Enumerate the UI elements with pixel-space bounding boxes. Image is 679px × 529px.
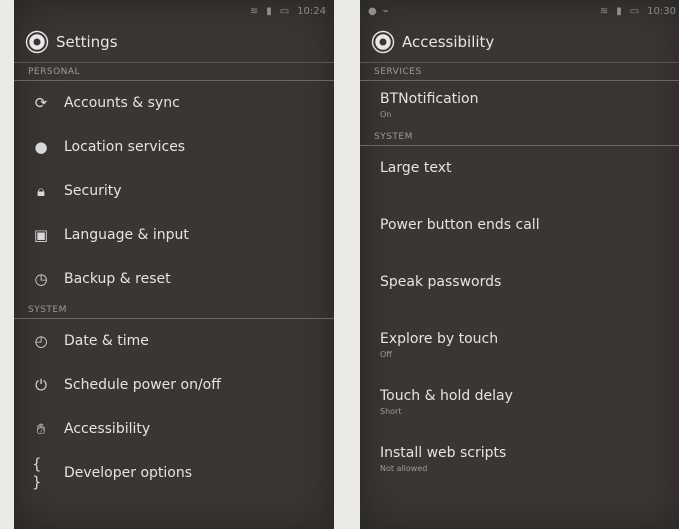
item-label: BTNotification xyxy=(380,91,479,107)
status-time: 10:30 xyxy=(647,5,676,17)
item-status: On xyxy=(380,110,392,119)
settings-screen: ≋ ▮ ▭ 10:24 Settings PERSONAL ⟳ Accounts… xyxy=(14,0,334,529)
battery-icon: ▭ xyxy=(279,5,290,17)
power-icon: ⏻ xyxy=(35,376,47,394)
status-bar: ● ⌁ ≋ ▮ ▭ 10:30 xyxy=(360,0,679,22)
item-label: Touch & hold delay xyxy=(380,388,513,404)
battery-icon: ▭ xyxy=(629,5,640,17)
sync-icon: ⟳ xyxy=(34,94,48,112)
setting-explore-by-touch[interactable]: Explore by touch Off xyxy=(360,317,679,374)
action-bar: Settings xyxy=(14,22,334,63)
section-header-system: SYSTEM xyxy=(360,128,679,146)
setting-power-button-ends-call[interactable]: Power button ends call xyxy=(360,203,679,260)
accessibility-screen: ● ⌁ ≋ ▮ ▭ 10:30 Accessibility SERVICES B… xyxy=(360,0,679,529)
item-label: Speak passwords xyxy=(380,274,502,290)
wifi-icon: ≋ xyxy=(249,5,259,17)
item-status: Not allowed xyxy=(380,464,428,473)
setting-speak-passwords[interactable]: Speak passwords xyxy=(360,260,679,317)
menu-item-label: Backup & reset xyxy=(64,271,171,287)
menu-item-security[interactable]: 🔒︎ Security xyxy=(14,169,334,213)
item-status: Off xyxy=(380,350,392,359)
menu-item-label: Accessibility xyxy=(64,421,151,437)
item-label: Large text xyxy=(380,160,452,176)
signal-icon: ▮ xyxy=(266,5,272,17)
menu-item-date-time[interactable]: ◴ Date & time xyxy=(14,319,334,363)
section-header-personal: PERSONAL xyxy=(14,63,334,81)
menu-item-label: Schedule power on/off xyxy=(64,377,221,393)
menu-item-label: Language & input xyxy=(64,227,189,243)
lock-icon: 🔒︎ xyxy=(37,182,45,200)
notification-icon: ● xyxy=(368,5,377,17)
page-title: Settings xyxy=(56,33,118,51)
signal-icon: ▮ xyxy=(616,5,622,17)
item-label: Install web scripts xyxy=(380,445,507,461)
menu-item-label: Date & time xyxy=(64,333,149,349)
service-item-btnotification[interactable]: BTNotification On xyxy=(360,81,679,128)
status-time: 10:24 xyxy=(297,5,326,17)
menu-item-accounts-sync[interactable]: ⟳ Accounts & sync xyxy=(14,81,334,125)
section-header-system: SYSTEM xyxy=(14,301,334,319)
menu-item-schedule-power[interactable]: ⏻ Schedule power on/off xyxy=(14,363,334,407)
item-status: Short xyxy=(380,407,402,416)
status-bar: ≋ ▮ ▭ 10:24 xyxy=(14,0,334,22)
location-icon: ● xyxy=(34,138,48,156)
menu-item-label: Security xyxy=(64,183,122,199)
setting-touch-hold-delay[interactable]: Touch & hold delay Short xyxy=(360,374,679,431)
item-label: Explore by touch xyxy=(380,331,499,347)
menu-item-developer-options[interactable]: { } Developer options xyxy=(14,451,334,495)
menu-item-language-input[interactable]: ▣ Language & input xyxy=(14,213,334,257)
setting-large-text[interactable]: Large text xyxy=(360,146,679,203)
section-header-services: SERVICES xyxy=(360,63,679,81)
setting-install-web-scripts[interactable]: Install web scripts Not allowed xyxy=(360,431,679,488)
usb-icon: ⌁ xyxy=(382,5,389,17)
menu-item-label: Developer options xyxy=(64,465,193,481)
item-label: Power button ends call xyxy=(380,217,540,233)
menu-item-backup-reset[interactable]: ◷ Backup & reset xyxy=(14,257,334,301)
action-bar: Accessibility xyxy=(360,22,679,63)
settings-gear-icon[interactable] xyxy=(375,34,391,50)
hand-icon: ✋︎ xyxy=(36,420,46,438)
wifi-icon: ≋ xyxy=(599,5,609,17)
braces-icon: { } xyxy=(32,455,42,491)
page-title: Accessibility xyxy=(402,33,495,51)
settings-gear-icon[interactable] xyxy=(29,34,45,50)
menu-item-location-services[interactable]: ● Location services xyxy=(14,125,334,169)
menu-item-label: Location services xyxy=(64,139,186,155)
backup-icon: ◷ xyxy=(34,270,48,288)
keyboard-icon: ▣ xyxy=(33,226,49,244)
menu-item-label: Accounts & sync xyxy=(64,95,180,111)
clock-icon: ◴ xyxy=(34,332,48,350)
menu-item-accessibility[interactable]: ✋︎ Accessibility xyxy=(14,407,334,451)
